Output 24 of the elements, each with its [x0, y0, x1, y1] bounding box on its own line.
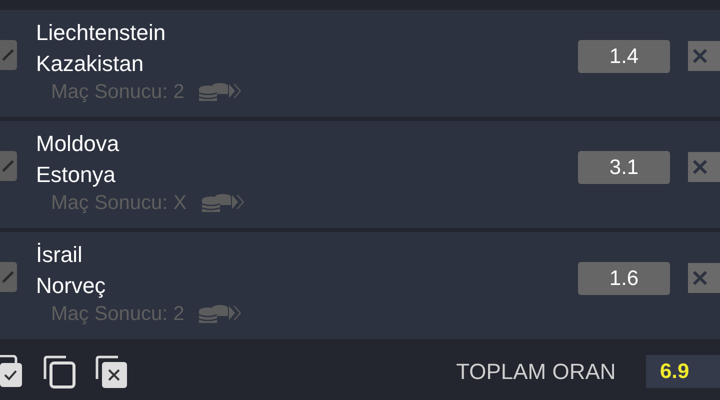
remove-button[interactable] [688, 263, 720, 293]
coins-arrow-icon[interactable] [200, 192, 247, 214]
remove-button[interactable] [688, 152, 720, 182]
check-all-icon[interactable] [0, 354, 24, 388]
total-odds-value: 6.9 [646, 355, 720, 388]
check-icon [2, 271, 14, 283]
copy-icon[interactable] [42, 354, 76, 388]
team-name: Moldova [36, 130, 120, 158]
odds-value: 1.4 [578, 40, 670, 73]
odds-value: 1.6 [578, 262, 670, 295]
close-icon [690, 268, 710, 288]
check-icon [2, 49, 14, 61]
total-odds-label: TOPLAM ORAN [456, 358, 617, 384]
team-name: Estonya [36, 161, 116, 189]
close-icon [690, 157, 710, 177]
odds-value: 3.1 [578, 151, 670, 184]
close-icon [690, 46, 710, 66]
team-name: Norveç [36, 272, 107, 300]
team-name: Kazakistan [36, 50, 145, 78]
team-name: İsrail [36, 241, 84, 269]
check-icon [2, 160, 14, 172]
remove-button[interactable] [688, 41, 720, 71]
copy-delete-icon[interactable] [94, 354, 128, 388]
team-name: Liechtenstein [36, 19, 167, 47]
